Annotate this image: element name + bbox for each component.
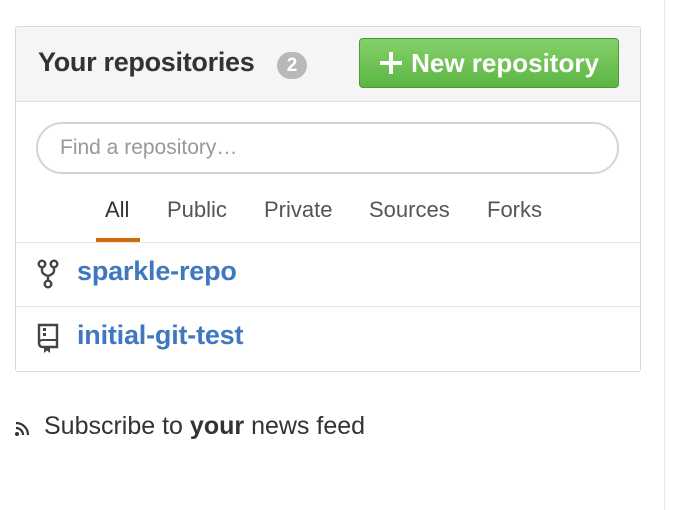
tab-private[interactable]: Private	[264, 197, 332, 223]
repository-link-initial-git-test[interactable]: initial-git-test	[77, 320, 243, 351]
subscribe-prefix: Subscribe to	[44, 412, 183, 440]
new-repository-button[interactable]: New repository	[359, 38, 619, 88]
your-repositories-box: Your repositories 2 New repository All P…	[15, 26, 641, 372]
repository-link-sparkle-repo[interactable]: sparkle-repo	[77, 256, 237, 287]
repository-list-item: sparkle-repo	[16, 243, 640, 307]
subscribe-news-feed-link[interactable]: Subscribe to your news feed	[44, 412, 365, 441]
tab-public[interactable]: Public	[167, 197, 227, 223]
repositories-title: Your repositories	[38, 47, 255, 77]
repository-filter-tabs: All Public Private Sources Forks	[16, 187, 640, 243]
repo-icon	[37, 323, 59, 353]
tab-all[interactable]: All	[105, 197, 129, 223]
repositories-header: Your repositories 2 New repository	[16, 27, 640, 102]
page-divider	[664, 0, 665, 510]
news-feed-subscribe[interactable]: Subscribe to your news feed	[14, 412, 365, 441]
tab-forks[interactable]: Forks	[487, 197, 542, 223]
find-repository-input[interactable]	[36, 122, 619, 174]
repository-count-badge: 2	[277, 52, 307, 79]
new-repository-label: New repository	[411, 47, 599, 78]
plus-icon	[380, 52, 403, 74]
subscribe-suffix: news feed	[251, 412, 366, 440]
repository-filter	[36, 122, 619, 174]
repo-forked-icon	[37, 259, 59, 289]
subscribe-emphasis: your	[189, 412, 245, 440]
tab-sources[interactable]: Sources	[369, 197, 450, 223]
repository-list-item: initial-git-test	[16, 307, 640, 370]
rss-icon	[15, 421, 30, 436]
